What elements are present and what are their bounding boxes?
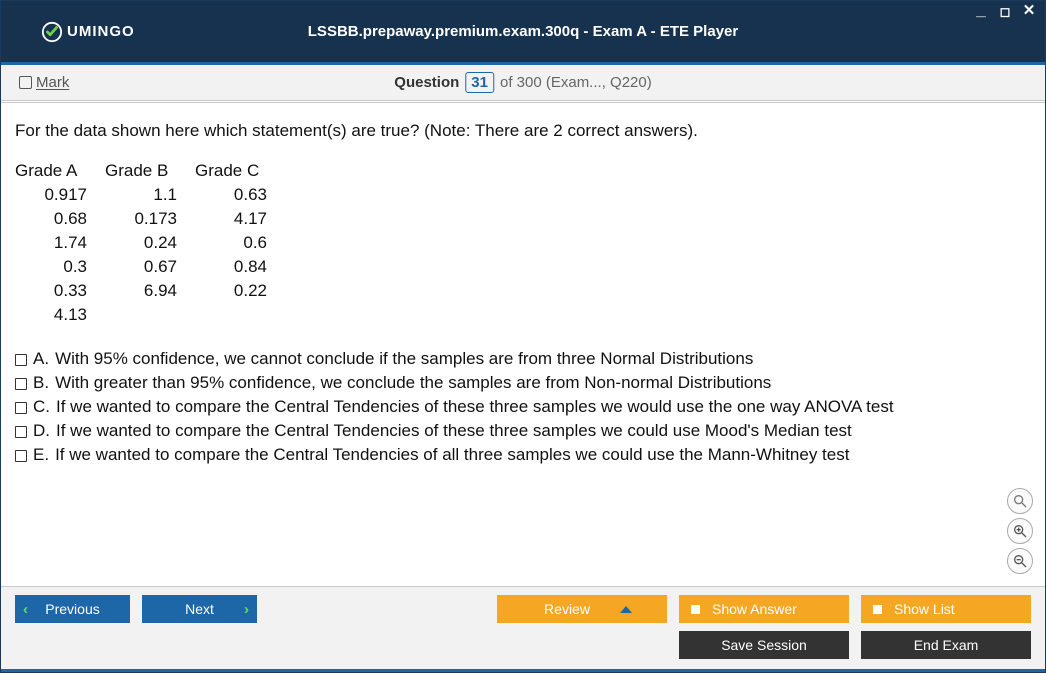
triangle-up-icon [620, 606, 632, 613]
chevron-left-icon: ‹ [23, 601, 28, 618]
table-cell: 0.917 [15, 183, 105, 207]
end-exam-button[interactable]: End Exam [861, 631, 1031, 659]
table-cell: 0.63 [195, 183, 285, 207]
answer-letter: D. [33, 421, 50, 441]
review-label: Review [544, 601, 590, 617]
answer-list: A. With 95% confidence, we cannot conclud… [15, 349, 1031, 465]
answer-text: If we wanted to compare the Central Tend… [55, 445, 849, 465]
square-icon [691, 605, 700, 614]
table-header: Grade B [105, 159, 195, 183]
table-cell: 0.3 [15, 255, 105, 279]
table-cell: 0.84 [195, 255, 285, 279]
question-number[interactable]: 31 [465, 72, 494, 93]
window-controls: _ ◻ ✕ [971, 3, 1039, 21]
table-cell [195, 303, 285, 327]
checkbox-icon [15, 450, 27, 462]
zoom-reset-icon[interactable] [1007, 488, 1033, 514]
answer-letter: E. [33, 445, 49, 465]
minimize-icon[interactable]: _ [971, 3, 991, 21]
answer-text: With 95% confidence, we cannot conclude … [55, 349, 753, 369]
zoom-controls [1007, 488, 1033, 574]
answer-option[interactable]: C. If we wanted to compare the Central Te… [15, 397, 1031, 417]
square-icon [873, 605, 882, 614]
table-cell: 0.33 [15, 279, 105, 303]
answer-option[interactable]: E. If we wanted to compare the Central Te… [15, 445, 1031, 465]
checkbox-icon [15, 426, 27, 438]
data-table: Grade AGrade BGrade C 0.9171.10.630.680.… [15, 159, 285, 327]
zoom-out-icon[interactable] [1007, 548, 1033, 574]
answer-text: With greater than 95% confidence, we con… [55, 373, 771, 393]
table-cell: 0.22 [195, 279, 285, 303]
save-session-label: Save Session [721, 637, 807, 653]
close-icon[interactable]: ✕ [1019, 3, 1039, 21]
mark-checkbox[interactable]: Mark [19, 74, 69, 91]
table-header: Grade A [15, 159, 105, 183]
save-session-button[interactable]: Save Session [679, 631, 849, 659]
show-list-button[interactable]: Show List [861, 595, 1031, 623]
answer-text: If we wanted to compare the Central Tend… [56, 421, 852, 441]
maximize-icon[interactable]: ◻ [995, 3, 1015, 21]
zoom-in-icon[interactable] [1007, 518, 1033, 544]
question-word: Question [394, 74, 459, 91]
next-button[interactable]: Next › [142, 595, 257, 623]
answer-option[interactable]: D. If we wanted to compare the Central Te… [15, 421, 1031, 441]
table-cell: 1.74 [15, 231, 105, 255]
table-cell: 0.24 [105, 231, 195, 255]
review-button[interactable]: Review [497, 595, 667, 623]
checkbox-icon [15, 402, 27, 414]
table-row: 1.740.240.6 [15, 231, 285, 255]
question-indicator: Question 31 of 300 (Exam..., Q220) [394, 72, 651, 93]
logo-check-icon [41, 21, 63, 43]
table-cell: 4.13 [15, 303, 105, 327]
table-row: 0.336.940.22 [15, 279, 285, 303]
table-row: 0.680.1734.17 [15, 207, 285, 231]
table-cell: 6.94 [105, 279, 195, 303]
table-row: 0.30.670.84 [15, 255, 285, 279]
table-row: 4.13 [15, 303, 285, 327]
end-exam-label: End Exam [914, 637, 979, 653]
next-label: Next [185, 601, 214, 617]
checkbox-icon [19, 76, 32, 89]
show-answer-label: Show Answer [712, 601, 797, 617]
table-cell: 4.17 [195, 207, 285, 231]
answer-letter: C. [33, 397, 50, 417]
table-cell: 0.68 [15, 207, 105, 231]
app-logo: UMINGO [41, 21, 135, 43]
titlebar: UMINGO LSSBB.prepaway.premium.exam.300q … [1, 1, 1045, 65]
answer-option[interactable]: B. With greater than 95% confidence, we c… [15, 373, 1031, 393]
window-title: LSSBB.prepaway.premium.exam.300q - Exam … [308, 23, 738, 40]
chevron-right-icon: › [244, 601, 249, 618]
checkbox-icon [15, 378, 27, 390]
answer-letter: B. [33, 373, 49, 393]
previous-label: Previous [45, 601, 99, 617]
table-cell: 0.6 [195, 231, 285, 255]
answer-text: If we wanted to compare the Central Tend… [56, 397, 894, 417]
logo-text: UMINGO [67, 23, 135, 40]
question-total: of 300 (Exam..., Q220) [500, 74, 652, 91]
question-prompt: For the data shown here which statement(… [15, 121, 1031, 141]
table-cell: 1.1 [105, 183, 195, 207]
mark-label: Mark [36, 74, 69, 91]
footer-border [1, 669, 1045, 672]
table-cell: 0.173 [105, 207, 195, 231]
answer-letter: A. [33, 349, 49, 369]
table-cell: 0.67 [105, 255, 195, 279]
answer-option[interactable]: A. With 95% confidence, we cannot conclud… [15, 349, 1031, 369]
question-content: For the data shown here which statement(… [1, 102, 1045, 586]
table-header: Grade C [195, 159, 285, 183]
checkbox-icon [15, 354, 27, 366]
table-cell [105, 303, 195, 327]
previous-button[interactable]: ‹ Previous [15, 595, 130, 623]
question-header: Mark Question 31 of 300 (Exam..., Q220) [1, 65, 1045, 101]
footer: ‹ Previous Next › Review Show Answer Sho… [1, 586, 1045, 669]
show-answer-button[interactable]: Show Answer [679, 595, 849, 623]
show-list-label: Show List [894, 601, 955, 617]
table-row: 0.9171.10.63 [15, 183, 285, 207]
